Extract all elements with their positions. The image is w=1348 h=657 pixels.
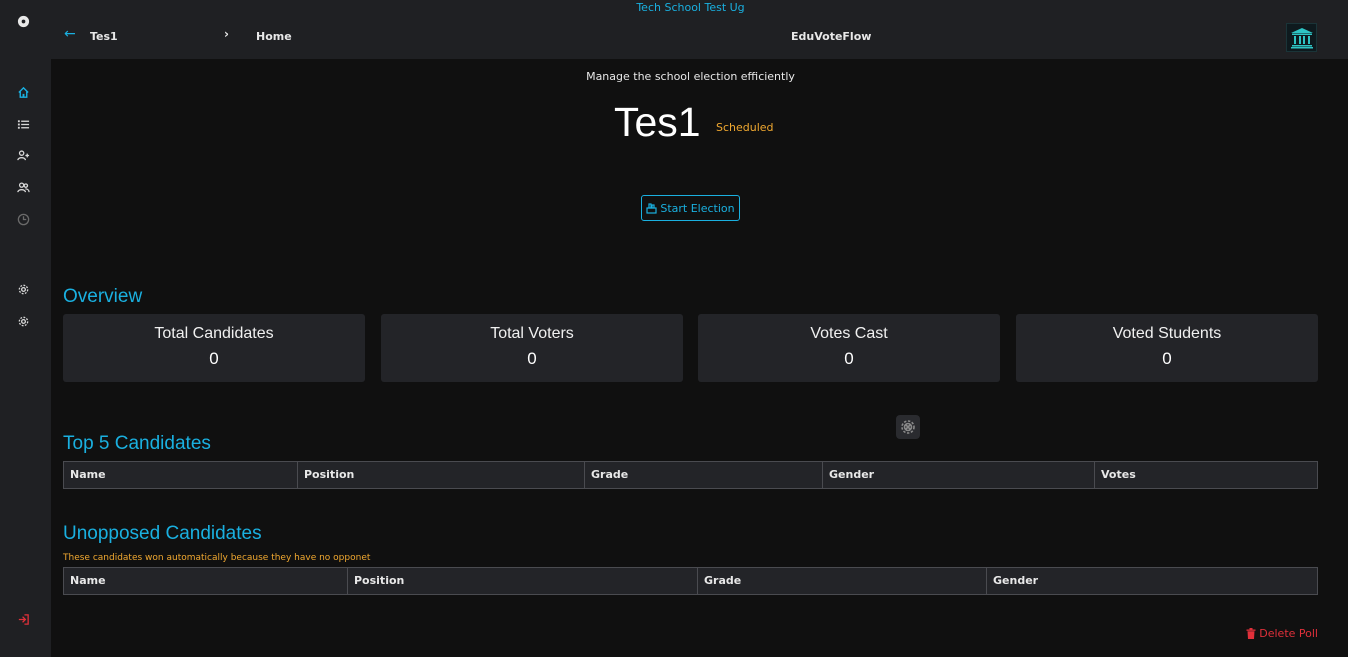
stat-label: Votes Cast bbox=[810, 325, 888, 342]
stat-card-total-voters: Total Voters 0 bbox=[381, 314, 683, 382]
column-header-position[interactable]: Position bbox=[348, 568, 698, 594]
column-header-votes[interactable]: Votes bbox=[1095, 462, 1317, 488]
logout-icon[interactable] bbox=[13, 609, 33, 629]
sidebar bbox=[0, 0, 51, 657]
settings-icon[interactable] bbox=[13, 311, 33, 331]
app-root: Tech School Test Ug ← Tes1 › Home EduVot… bbox=[0, 0, 1348, 657]
gear-icon[interactable] bbox=[13, 279, 33, 299]
top-candidates-table-header: Name Position Grade Gender Votes bbox=[63, 461, 1318, 489]
stat-card-total-candidates: Total Candidates 0 bbox=[63, 314, 365, 382]
trash-icon bbox=[1246, 628, 1256, 639]
top-bar: Tech School Test Ug ← Tes1 › Home EduVot… bbox=[51, 0, 1348, 59]
stat-value: 0 bbox=[1162, 349, 1172, 368]
column-header-grade[interactable]: Grade bbox=[698, 568, 987, 594]
unopposed-table-header: Name Position Grade Gender bbox=[63, 567, 1318, 595]
start-election-button[interactable]: Start Election bbox=[641, 195, 740, 221]
school-name: Tech School Test Ug bbox=[636, 1, 745, 14]
stat-label: Total Voters bbox=[490, 325, 574, 342]
column-header-gender[interactable]: Gender bbox=[987, 568, 1317, 594]
clock-icon bbox=[13, 209, 33, 229]
stat-card-votes-cast: Votes Cast 0 bbox=[698, 314, 1000, 382]
column-header-grade[interactable]: Grade bbox=[585, 462, 823, 488]
column-header-gender[interactable]: Gender bbox=[823, 462, 1095, 488]
column-header-position[interactable]: Position bbox=[298, 462, 585, 488]
column-header-name[interactable]: Name bbox=[64, 462, 298, 488]
app-menu-icon[interactable] bbox=[13, 11, 33, 31]
add-user-icon[interactable] bbox=[13, 145, 33, 165]
status-badge: Scheduled bbox=[716, 121, 774, 134]
overview-title: Overview bbox=[63, 286, 143, 307]
delete-poll-label: Delete Poll bbox=[1259, 627, 1318, 640]
delete-poll-button[interactable]: Delete Poll bbox=[1246, 627, 1318, 640]
poll-title: Tes1 bbox=[614, 99, 701, 145]
stat-label: Total Candidates bbox=[154, 325, 274, 342]
users-icon[interactable] bbox=[13, 177, 33, 197]
institution-logo-icon[interactable] bbox=[1286, 23, 1317, 52]
start-election-label: Start Election bbox=[660, 201, 735, 215]
stat-card-voted-students: Voted Students 0 bbox=[1016, 314, 1318, 382]
floating-settings-icon[interactable] bbox=[896, 415, 920, 439]
chevron-right-icon: › bbox=[224, 27, 229, 41]
home-icon[interactable] bbox=[13, 82, 33, 102]
breadcrumb-home[interactable]: Home bbox=[256, 30, 292, 43]
list-icon[interactable] bbox=[13, 114, 33, 134]
page-subtitle: Manage the school election efficiently bbox=[586, 70, 795, 83]
unopposed-note: These candidates won automatically becau… bbox=[63, 553, 371, 563]
column-header-name[interactable]: Name bbox=[64, 568, 348, 594]
top-candidates-title: Top 5 Candidates bbox=[63, 433, 211, 454]
back-arrow-icon[interactable]: ← bbox=[64, 27, 76, 41]
main-content: Manage the school election efficiently T… bbox=[51, 59, 1348, 657]
stat-value: 0 bbox=[209, 349, 219, 368]
app-title: EduVoteFlow bbox=[791, 30, 872, 43]
overview-cards: Total Candidates 0 Total Voters 0 Votes … bbox=[63, 314, 1318, 382]
breadcrumb-poll[interactable]: Tes1 bbox=[90, 30, 118, 43]
stat-value: 0 bbox=[527, 349, 537, 368]
ballot-box-icon bbox=[646, 202, 657, 214]
stat-label: Voted Students bbox=[1112, 325, 1222, 342]
unopposed-candidates-title: Unopposed Candidates bbox=[63, 523, 262, 544]
stat-value: 0 bbox=[844, 349, 854, 368]
